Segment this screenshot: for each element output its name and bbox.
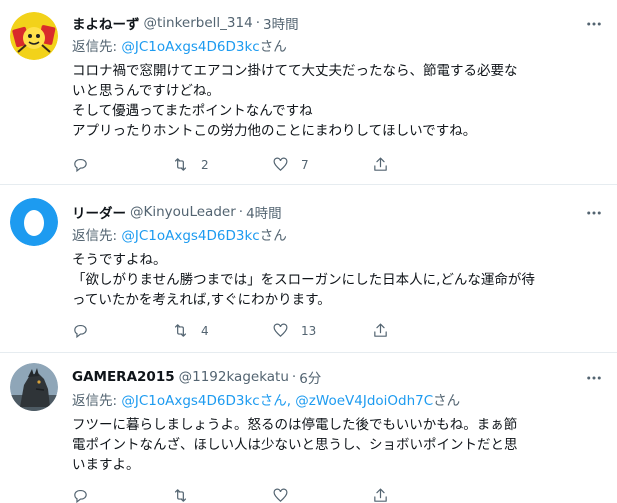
retweet-count: 4	[201, 323, 209, 338]
user-handle[interactable]: @KinyouLeader	[130, 204, 236, 220]
reply-suffix: さん	[259, 39, 287, 55]
reply-mention-link[interactable]: @JC1oAxgs4D6D3kc	[121, 39, 259, 55]
like-count: 7	[301, 157, 309, 172]
reply-button[interactable]	[72, 322, 172, 339]
reply-to-label: 返信先:	[72, 228, 122, 244]
tweet-actions	[72, 487, 472, 503]
user-handle[interactable]: @1192kagekatu	[179, 369, 289, 385]
display-name[interactable]: GAMERA2015	[72, 369, 175, 385]
display-name[interactable]: リーダー	[72, 202, 126, 222]
like-button[interactable]	[272, 487, 372, 503]
separator-dot: ·	[255, 15, 260, 31]
tweet-text-line: そうですよね。	[72, 252, 167, 268]
share-button[interactable]	[372, 156, 472, 173]
separator-dot: ·	[238, 204, 244, 220]
timestamp[interactable]: 3時間	[263, 13, 299, 33]
tweet-text-line: コロナ禍で窓開けてエアコン掛けてて大丈夫だったなら、節電する必要な	[72, 63, 518, 79]
monster-avatar-icon[interactable]	[10, 363, 58, 411]
retweet-button[interactable]	[172, 487, 272, 503]
tweet[interactable]: GAMERA2015 @1192kagekatu · 6分 返信先: @JC1o…	[0, 353, 617, 503]
tweet-actions: 2 7	[72, 156, 472, 173]
tweet-actions: 4 13	[72, 322, 472, 339]
tweet-text: コロナ禍で窓開けてエアコン掛けてて大丈夫だったなら、節電する必要な いと思うんで…	[72, 61, 587, 141]
tweet-text-line: っていたかを考えれば,すぐにわかります。	[72, 292, 331, 308]
display-name[interactable]: まよねーず	[72, 13, 140, 33]
share-icon	[374, 488, 387, 502]
default-egg-avatar-icon[interactable]	[10, 198, 58, 246]
like-button[interactable]: 13	[272, 322, 372, 339]
more-options-icon[interactable]	[585, 15, 603, 33]
heart-icon	[273, 157, 288, 171]
reply-button[interactable]	[72, 487, 172, 503]
tweet[interactable]: リーダー @KinyouLeader · 4時間 返信先: @JC1oAxgs4…	[0, 185, 617, 352]
heart-icon	[273, 323, 288, 337]
reply-to-label: 返信先:	[72, 393, 122, 409]
user-handle[interactable]: @tinkerbell_314	[144, 15, 253, 31]
tweet-text-line: そして優遇ってまたポイントなんですね	[72, 103, 313, 119]
tweet[interactable]: まよねーず @tinkerbell_314 · 3時間 返信先: @JC1oAx…	[0, 0, 617, 183]
tweet-text-line: 電ポイントなんざ、ほしい人は少ないと思うし、ショボいポイントだと思	[72, 437, 518, 453]
tweet-text: そうですよね。 「欲しがりません勝つまでは」をスローガンにした日本人に,どんな運…	[72, 250, 587, 310]
tweet-text-line: フツーに暮らしましょうよ。怒るのは停電した後でもいいかもね。まぁ節	[72, 417, 518, 433]
timestamp[interactable]: 4時間	[246, 202, 282, 222]
share-button[interactable]	[372, 487, 472, 503]
reply-mention-link[interactable]: @JC1oAxgs4D6D3kc	[121, 228, 259, 244]
retweet-button[interactable]: 2	[172, 156, 272, 173]
retweet-icon	[174, 489, 187, 502]
more-options-icon[interactable]	[585, 204, 603, 222]
timestamp[interactable]: 6分	[299, 367, 321, 387]
reply-to-line: 返信先: @JC1oAxgs4D6D3kcさん	[72, 224, 587, 244]
reply-suffix: さん	[259, 228, 287, 244]
tweet-text-line: いますよ。	[72, 457, 140, 473]
tweet-text-line: いと思うんですけどね。	[72, 83, 220, 99]
reply-icon	[74, 158, 87, 173]
more-options-icon[interactable]	[585, 369, 603, 387]
like-button[interactable]: 7	[272, 156, 372, 173]
share-icon	[374, 157, 387, 171]
reply-icon	[74, 324, 87, 339]
reply-to-label: 返信先:	[72, 39, 122, 55]
retweet-button[interactable]: 4	[172, 322, 272, 339]
reply-to-line: 返信先: @JC1oAxgs4D6D3kcさん, @zWoeV4JdoiOdh7…	[72, 389, 587, 409]
reply-to-line: 返信先: @JC1oAxgs4D6D3kcさん	[72, 35, 587, 55]
tweet-text-line: 「欲しがりません勝つまでは」をスローガンにした日本人に,どんな運命が待	[72, 272, 535, 288]
like-count: 13	[301, 323, 317, 338]
reply-icon	[74, 489, 87, 503]
reply-button[interactable]	[72, 156, 172, 173]
tweet-text: フツーに暮らしましょうよ。怒るのは停電した後でもいいかもね。まぁ節 電ポイントな…	[72, 415, 587, 475]
retweet-icon	[174, 158, 187, 171]
tweet-text-line: アプリったりホントこの労力他のことにまわりしてほしいですね。	[72, 123, 477, 139]
reply-mention-link[interactable]: @JC1oAxgs4D6D3kcさん, @zWoeV4JdoiOdh7C	[121, 393, 433, 409]
share-button[interactable]	[372, 322, 472, 339]
separator-dot: ·	[291, 369, 297, 385]
yellow-character-avatar-icon[interactable]	[10, 12, 58, 60]
retweet-icon	[174, 324, 187, 337]
heart-icon	[273, 488, 288, 502]
reply-suffix: さん	[433, 393, 461, 409]
share-icon	[374, 323, 387, 337]
retweet-count: 2	[201, 157, 209, 172]
